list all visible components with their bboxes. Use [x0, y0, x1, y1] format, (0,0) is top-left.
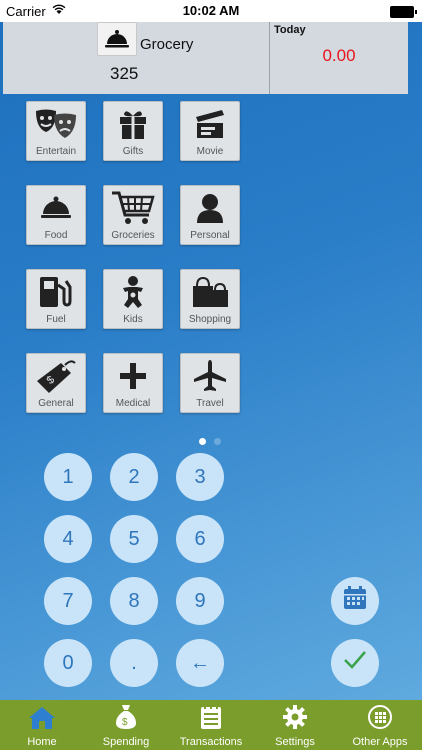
person-icon	[181, 190, 239, 226]
tab-label: Other Apps	[352, 736, 408, 748]
tab-bar: Home $ Spending Transactions Settings Ot…	[0, 700, 422, 750]
gift-icon	[104, 106, 162, 142]
tab-spending[interactable]: $ Spending	[84, 700, 168, 750]
key-7[interactable]: 7	[44, 577, 92, 625]
category-label: Gifts	[122, 146, 144, 157]
amount-display: 325	[110, 64, 139, 83]
clock: 10:02 AM	[182, 3, 240, 18]
category-shopping[interactable]: Shopping	[180, 269, 240, 329]
category-label: Groceries	[111, 230, 155, 241]
page-indicator[interactable]	[199, 432, 229, 450]
confirm-button[interactable]	[331, 639, 379, 687]
status-bar: Carrier 10:02 AM	[0, 0, 422, 22]
page-dot-active[interactable]	[199, 438, 206, 445]
today-panel: Today 0.00	[270, 22, 408, 94]
category-label: Kids	[123, 314, 143, 325]
fuel-pump-icon	[27, 274, 85, 310]
money-bag-icon: $	[84, 700, 168, 730]
category-label: Medical	[115, 398, 151, 409]
category-entertain[interactable]: Entertain	[26, 101, 86, 161]
tab-label: Home	[27, 736, 57, 748]
today-value: 0.00	[322, 46, 356, 65]
theater-masks-icon	[27, 106, 85, 142]
gear-icon	[253, 700, 337, 730]
tab-home[interactable]: Home	[0, 700, 84, 750]
key-4[interactable]: 4	[44, 515, 92, 563]
category-name: Grocery	[140, 36, 194, 53]
category-personal[interactable]: Personal	[180, 185, 240, 245]
calendar-button[interactable]	[331, 577, 379, 625]
category-food[interactable]: Food	[26, 185, 86, 245]
category-kids[interactable]: Kids	[103, 269, 163, 329]
tab-label: Transactions	[179, 736, 243, 748]
battery-icon	[390, 6, 417, 18]
shopping-bags-icon	[181, 274, 239, 310]
key-8[interactable]: 8	[110, 577, 158, 625]
category-fuel[interactable]: Fuel	[26, 269, 86, 329]
selected-category-panel[interactable]: Grocery 325	[3, 22, 270, 94]
tab-settings[interactable]: Settings	[253, 700, 337, 750]
home-icon	[0, 700, 84, 730]
key-0[interactable]: 0	[44, 639, 92, 687]
baby-icon	[104, 274, 162, 310]
category-label: Fuel	[46, 314, 66, 325]
category-medical[interactable]: Medical	[103, 353, 163, 413]
tab-transactions[interactable]: Transactions	[169, 700, 253, 750]
page-dot[interactable]	[214, 438, 221, 445]
category-label: Movie	[196, 146, 224, 157]
tab-other-apps[interactable]: Other Apps	[338, 700, 422, 750]
ledger-icon	[169, 700, 253, 730]
category-movie[interactable]: Movie	[180, 101, 240, 161]
category-label: Travel	[196, 398, 224, 409]
key-decimal[interactable]: .	[110, 639, 158, 687]
checkmark-icon	[343, 650, 367, 676]
category-label: General	[38, 398, 74, 409]
tab-label: Spending	[102, 736, 150, 748]
key-2[interactable]: 2	[110, 453, 158, 501]
category-travel[interactable]: Travel	[180, 353, 240, 413]
key-9[interactable]: 9	[176, 577, 224, 625]
category-label: Food	[44, 230, 68, 241]
app-grid-icon	[338, 700, 422, 730]
backspace-button[interactable]: ←	[176, 639, 224, 687]
category-groceries[interactable]: Groceries	[103, 185, 163, 245]
category-gifts[interactable]: Gifts	[103, 101, 163, 161]
food-icon	[27, 190, 85, 226]
key-5[interactable]: 5	[110, 515, 158, 563]
key-1[interactable]: 1	[44, 453, 92, 501]
category-label: Entertain	[35, 146, 77, 157]
key-6[interactable]: 6	[176, 515, 224, 563]
category-label: Shopping	[188, 314, 232, 325]
calendar-icon	[342, 585, 368, 617]
airplane-icon	[181, 358, 239, 394]
today-label: Today	[274, 24, 306, 36]
category-general[interactable]: $ General	[26, 353, 86, 413]
food-icon	[97, 22, 137, 56]
tab-label: Settings	[275, 736, 315, 748]
shopping-cart-icon	[104, 190, 162, 226]
category-label: Personal	[190, 230, 230, 241]
clapperboard-icon	[181, 106, 239, 142]
price-tag-icon: $	[27, 358, 85, 394]
key-3[interactable]: 3	[176, 453, 224, 501]
medical-cross-icon	[104, 358, 162, 394]
svg-text:$: $	[122, 717, 128, 728]
